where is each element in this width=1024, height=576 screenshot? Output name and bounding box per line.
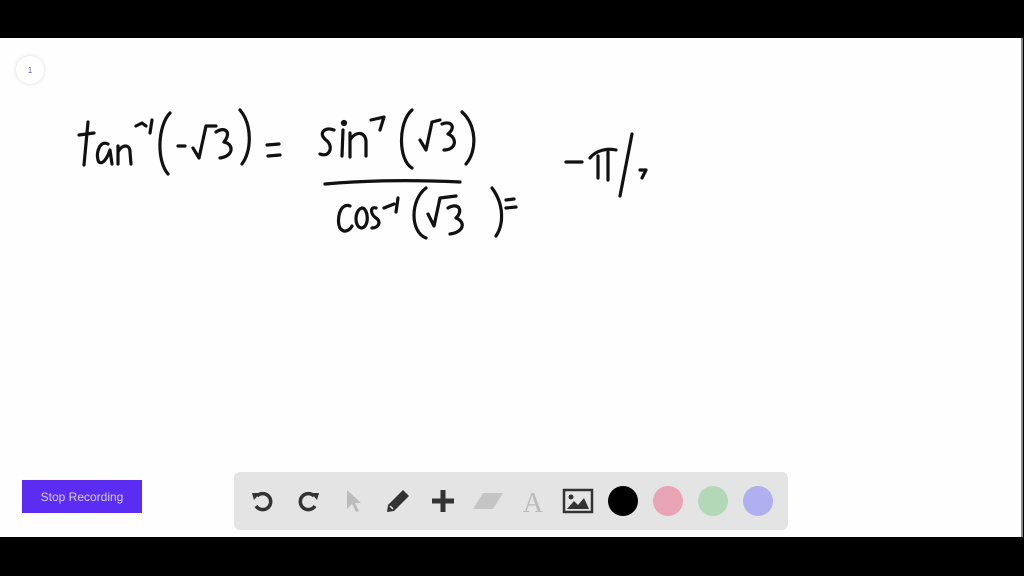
add-button[interactable] <box>426 484 460 518</box>
select-tool-button[interactable] <box>336 484 370 518</box>
ink-fraction-bar <box>323 179 462 186</box>
redo-icon <box>298 491 319 512</box>
image-tool-button[interactable] <box>561 484 595 518</box>
color-black[interactable] <box>606 484 640 518</box>
redo-button[interactable] <box>291 484 325 518</box>
ink-equals-1 <box>265 142 282 158</box>
ink-neg-sqrt3 <box>158 108 251 176</box>
image-icon <box>562 488 594 514</box>
text-icon: A <box>523 488 544 515</box>
color-swatch-black <box>608 486 638 516</box>
text-tool-button[interactable]: A <box>516 484 550 518</box>
ink-tan-inverse <box>77 118 154 167</box>
color-green[interactable] <box>696 484 730 518</box>
pen-tool-button[interactable] <box>381 484 415 518</box>
color-swatch-lavender <box>743 486 773 516</box>
ink-neg-pi-over-3 <box>564 132 648 198</box>
color-swatch-pink <box>653 486 683 516</box>
color-swatch-green <box>698 486 728 516</box>
undo-button[interactable] <box>246 484 280 518</box>
eraser-tool-button[interactable] <box>471 484 505 518</box>
ink-cos-inverse-sqrt3 <box>336 186 518 240</box>
ink-sin-inverse-sqrt3 <box>318 108 476 170</box>
color-lavender[interactable] <box>741 484 775 518</box>
drawing-toolbar: A <box>234 472 788 530</box>
eraser-icon <box>473 493 503 509</box>
plus-icon <box>432 490 454 512</box>
undo-icon <box>252 491 273 512</box>
color-pink[interactable] <box>651 484 685 518</box>
pencil-icon <box>387 490 409 512</box>
stop-recording-button[interactable]: Stop Recording <box>22 480 142 513</box>
pointer-icon <box>347 490 361 512</box>
svg-text:A: A <box>523 488 544 515</box>
